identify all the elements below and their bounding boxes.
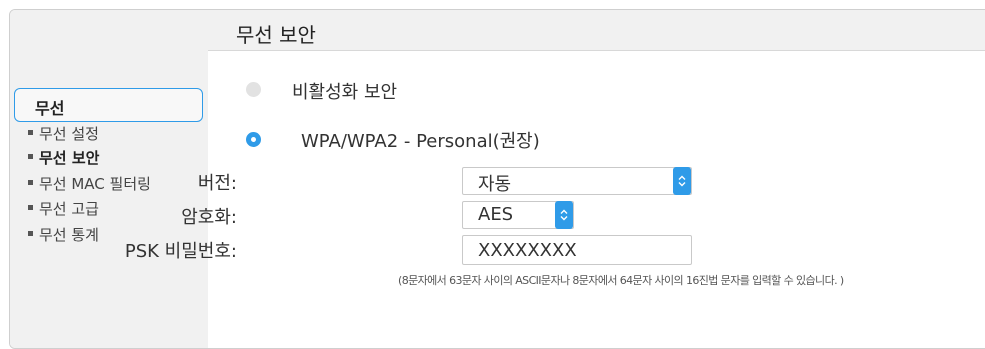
psk-password-label: PSK 비밀번호: [124, 241, 237, 262]
version-label: 버전: [197, 173, 237, 194]
bullet-icon [28, 205, 33, 210]
encryption-select[interactable]: AES [462, 201, 574, 229]
bullet-icon [28, 154, 33, 159]
radio-wpa-personal-label: WPA/WPA2 - Personal(권장) [301, 131, 540, 152]
version-select[interactable]: 자동 [462, 167, 692, 195]
page-title: 무선 보안 [236, 23, 316, 47]
radio-wpa-personal[interactable] [246, 132, 261, 147]
bullet-icon [28, 180, 33, 185]
sidebar-item-label: 무선 설정 [39, 125, 99, 143]
sidebar-item-label: 무선 보안 [39, 149, 100, 167]
sidebar-item-wireless-settings[interactable]: 무선 설정 [28, 123, 99, 144]
updown-chevron-icon [673, 167, 691, 195]
encryption-label: 암호화: [181, 207, 237, 228]
main-content: 비활성화 보안 WPA/WPA2 - Personal(권장) 버전: 자동 암… [125, 51, 985, 348]
sidebar-item-wireless-security[interactable]: 무선 보안 [28, 147, 99, 168]
bullet-icon [28, 130, 33, 135]
bullet-icon [28, 231, 33, 236]
updown-chevron-icon [555, 201, 573, 229]
radio-disable-security-label: 비활성화 보안 [292, 82, 398, 103]
psk-password-input[interactable] [462, 235, 692, 265]
radio-disable-security[interactable] [246, 82, 261, 97]
sidebar-group-label: 무선 [35, 99, 65, 118]
app-frame: 무선 무선 설정 무선 보안 무선 MAC 필터링 무선 고급 무선 통계 무선… [9, 9, 985, 349]
header-bar: 무선 보안 [208, 10, 985, 51]
encryption-select-value: AES [478, 204, 514, 225]
psk-password-hint: (8문자에서 63문자 사이의 ASCII문자나 8문자에서 64문자 사이의 … [398, 274, 844, 287]
version-select-value: 자동 [478, 174, 512, 195]
sidebar-group-wireless[interactable]: 무선 [14, 88, 203, 122]
